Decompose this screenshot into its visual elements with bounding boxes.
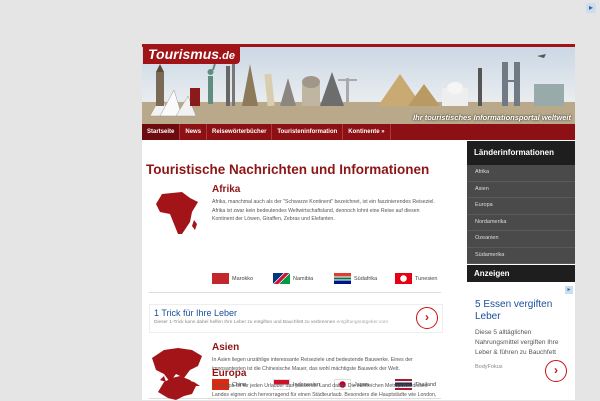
sidebar-ad-title[interactable]: 5 Essen vergiften Leber [475,299,575,323]
main-content: Touristische Nachrichten und Information… [142,140,462,400]
nav-reisewoerterbuecher[interactable]: Reisewörterbücher [207,124,273,140]
main-nav: Startseite News Reisewörterbücher Touris… [142,124,575,140]
sidebar-ad-text: Diese 5 alltäglichen Nahrungsmittel verg… [475,329,559,356]
sidebar-ad-arrow-icon[interactable]: › [545,360,567,382]
country-link-tunesien[interactable]: Tunesien [395,273,456,284]
section-title-europa[interactable]: Europa [212,368,246,379]
africa-map-icon[interactable] [152,188,202,238]
sidebar-item-europa[interactable]: Europa [467,198,575,215]
inline-ad-title[interactable]: 1 Trick für Ihre Leber [154,308,237,318]
country-link-marokko[interactable]: Marokko [212,273,273,284]
ads-heading: Anzeigen [467,265,575,282]
sidebar-ad[interactable]: ▸ 5 Essen vergiften Leber Diese 5 alltäg… [467,285,575,400]
page-title: Touristische Nachrichten und Information… [146,162,430,177]
sidebar-item-afrika[interactable]: Afrika [467,165,575,182]
header-tagline: Ihr touristisches Informationsportal wel… [413,113,571,122]
inline-ad-text: Dieser 1-Trick kann dabei helfen Ihre Le… [154,320,388,325]
europe-map-icon[interactable] [150,372,202,400]
divider [149,292,441,293]
header-banner: Tourismus.de Ihr touristisches Informati… [142,44,575,124]
site-logo[interactable]: Tourismus.de [143,45,240,64]
flags-afrika: Marokko Namibia Südafrika Tunesien [212,273,456,284]
sidebar-item-asien[interactable]: Asien [467,181,575,198]
sidebar: Länderinformationen Afrika Asien Europa … [467,141,575,401]
nav-kontinente[interactable]: Kontinente » [343,124,391,140]
section-title-afrika[interactable]: Afrika [212,184,240,195]
sidebar-ad-source: BodyFokus [475,364,503,370]
section-title-asien[interactable]: Asien [212,342,239,353]
adchoices-icon[interactable]: ▸ [586,3,596,13]
inline-ad[interactable]: 1 Trick für Ihre Leber Dieser 1-Trick ka… [149,304,443,333]
inline-ad-arrow-icon[interactable]: › [416,307,438,329]
flag-tunesien-icon [395,273,412,284]
nav-news[interactable]: News [180,124,208,140]
flag-suedafrika-icon [334,273,351,284]
sidebar-heading: Länderinformationen [467,141,575,165]
nav-startseite[interactable]: Startseite [142,124,181,140]
flag-marokko-icon [212,273,229,284]
section-text-asien: In Asien liegen unzählige interessante R… [212,357,413,372]
sidebar-item-suedamerika[interactable]: Südamerika [467,247,575,264]
sidebar-item-nordamerika[interactable]: Nordamerika [467,214,575,231]
section-text-europa: In Europa ist für jeden Urlauber das pas… [212,383,437,398]
nav-touristeninformation[interactable]: Touristeninformation [272,124,344,140]
adchoices-icon[interactable]: ▸ [565,286,573,294]
sidebar-item-ozeanien[interactable]: Ozeanien [467,231,575,248]
country-link-suedafrika[interactable]: Südafrika [334,273,395,284]
flag-namibia-icon [273,273,290,284]
country-link-namibia[interactable]: Namibia [273,273,334,284]
section-text-afrika: Afrika, manchmal auch als der "Schwarze … [212,199,435,222]
